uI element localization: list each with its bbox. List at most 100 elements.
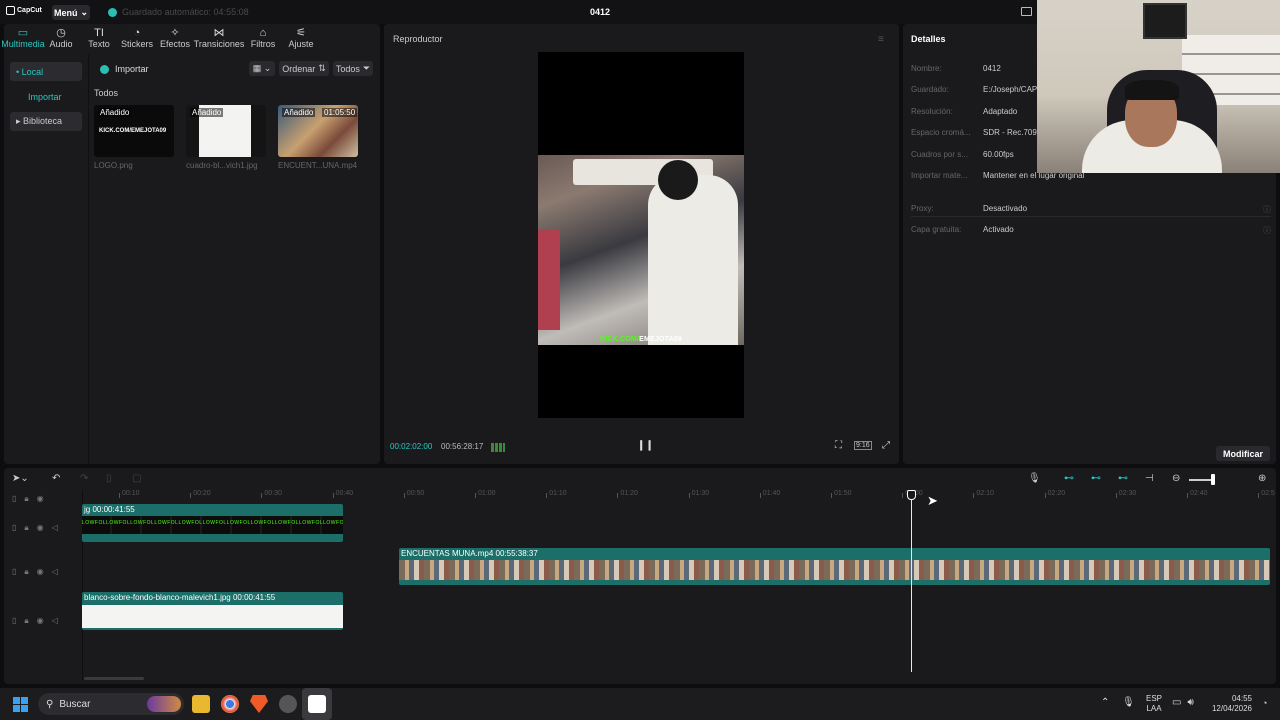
hamburger-icon[interactable]: ≡ — [878, 34, 884, 45]
timeline-scrollbar[interactable] — [84, 677, 144, 680]
aspect-ratio-button[interactable]: 9:16 — [854, 441, 872, 450]
capcut-app-icon[interactable] — [308, 695, 326, 713]
lock-icon[interactable]: 🔒︎ — [24, 567, 28, 577]
clip-label: ENCUENTAS MUNA.mp4 00:55:38:37 — [401, 549, 538, 558]
view-toggle-button[interactable]: ▦ ⌄ — [249, 61, 275, 76]
windows-start-icon[interactable] — [13, 697, 28, 712]
taskbar: ⚲ Buscar ⌃ 🎙 ESP LAA ▭ 🔊︎ 04:55 12/04/2026 ◔ — [0, 688, 1280, 720]
video-canvas[interactable]: KICK.COM/EMEJOTA09 — [538, 52, 744, 418]
eye-icon[interactable]: ◉ — [37, 567, 44, 577]
fullscreen-icon[interactable]: ⤢ — [882, 440, 890, 451]
ruler-tick: 02:30 — [1115, 490, 1137, 498]
tray-chevron-icon[interactable]: ⌃ — [1101, 697, 1109, 708]
audio-levels-icon — [491, 443, 505, 452]
modify-button[interactable]: Modificar — [1216, 446, 1270, 461]
track-icon[interactable]: ▯ — [12, 616, 16, 626]
timeline-clip-video[interactable]: ENCUENTAS MUNA.mp4 00:55:38:37 — [399, 548, 1270, 585]
ruler-tick: 01:00 — [475, 490, 496, 498]
clip-filmstrip — [399, 560, 1270, 580]
ruler-tick: 00:50 — [403, 490, 425, 498]
detail-value: 60.00fps — [983, 150, 1014, 159]
detail-label: Proxy: — [911, 204, 934, 213]
eye-icon[interactable]: ◉ — [37, 616, 44, 626]
menu-button[interactable]: Menú ⌄ — [52, 5, 90, 20]
delete-icon[interactable]: ▯ — [106, 473, 112, 484]
track-icon[interactable]: ▯ — [12, 494, 16, 504]
tab-multimedia[interactable]: ▭ Multimedia — [1, 24, 45, 52]
select-tool-icon[interactable]: ➤⌄ — [12, 473, 29, 484]
tab-effects[interactable]: ✧ Efectos — [156, 24, 194, 52]
redo-icon[interactable]: ↷ — [80, 473, 88, 484]
playhead[interactable] — [911, 490, 912, 672]
undo-icon[interactable]: ↶ — [52, 473, 60, 484]
app-icon[interactable] — [279, 695, 297, 713]
zoom-out-icon[interactable]: ⊖ — [1172, 473, 1180, 484]
tab-transitions[interactable]: ⋈ Transiciones — [194, 24, 245, 52]
microphone-tray-icon[interactable]: 🎙 — [1122, 697, 1135, 708]
chrome-icon[interactable] — [221, 695, 239, 713]
detail-value: 0412 — [983, 64, 1001, 73]
tab-filters[interactable]: ⌂ Filtros — [244, 24, 282, 52]
search-icon: ⚲ — [46, 698, 54, 710]
timeline-clip-image[interactable]: blanco-sobre-fondo-blanco-malevich1.jpg … — [82, 592, 343, 630]
sidebar-item-import[interactable]: Importar — [10, 87, 82, 106]
volume-icon[interactable]: 🔊︎ — [1187, 697, 1193, 708]
pause-button[interactable]: ❙❙ — [637, 440, 654, 451]
clip-filmstrip — [82, 605, 343, 628]
track-icon[interactable]: ▯ — [12, 523, 16, 533]
grid-icon: ▦ ⌄ — [252, 63, 272, 73]
filter-button[interactable]: Todos ⏷ — [333, 61, 373, 76]
microphone-icon[interactable]: 🎙 — [1028, 473, 1041, 484]
audio-icon[interactable]: ◁ — [52, 567, 58, 577]
audio-icon[interactable]: ◁ — [52, 523, 58, 533]
tab-text[interactable]: TI Texto — [80, 24, 118, 52]
layout-icon[interactable] — [1021, 7, 1032, 16]
system-clock[interactable]: 04:55 12/04/2026 — [1206, 694, 1252, 714]
track-icon[interactable]: ▯ — [12, 567, 16, 577]
import-button[interactable]: Importar — [100, 64, 149, 74]
zoom-slider-handle[interactable] — [1211, 474, 1215, 485]
network-icon[interactable]: ▭ — [1172, 697, 1181, 708]
sort-button[interactable]: Ordenar ⇅ — [279, 61, 329, 76]
clip-filmstrip-text: LOWFOLLOWFOLLOWFOLLOWFOLLOWFOLLOWFOLLOWF… — [82, 520, 343, 526]
autosave-status: Guardado automático: 04:55:08 — [108, 7, 249, 17]
taskbar-search[interactable]: ⚲ Buscar — [38, 693, 184, 715]
tab-audio[interactable]: ◷ Audio — [42, 24, 80, 52]
timeline-clip-logo[interactable]: jg 00:00:41:55 LOWFOLLOWFOLLOWFOLLOWFOLL… — [82, 504, 343, 542]
file-explorer-icon[interactable] — [192, 695, 210, 713]
eye-icon[interactable]: ◉ — [37, 494, 44, 504]
crop-icon[interactable]: ⛶ — [835, 440, 842, 451]
brave-icon[interactable] — [250, 695, 268, 713]
zoom-in-icon[interactable]: ⊕ — [1258, 473, 1266, 484]
autosave-text: Guardado automático: 04:55:08 — [122, 7, 249, 17]
media-item[interactable]: Añadido KICK.COM/EMEJOTA09 LOGO.png — [94, 105, 174, 170]
timeline-ruler[interactable]: 00:10 00:20 00:30 00:40 00:50 01:00 01:10 01:20… — [82, 490, 1276, 502]
language-indicator[interactable]: ESP LAA — [1146, 694, 1162, 714]
media-icon: ▭ — [17, 27, 29, 39]
playhead-handle[interactable] — [907, 490, 916, 500]
audio-icon[interactable]: ◁ — [52, 616, 58, 626]
tab-adjust[interactable]: ⚟ Ajuste — [282, 24, 320, 52]
details-title: Detalles — [911, 34, 946, 44]
detail-label: Importar mate... — [911, 171, 968, 180]
lock-icon[interactable]: 🔒︎ — [24, 616, 28, 626]
magnet-icon[interactable]: ⊷ — [1091, 473, 1101, 484]
lock-icon[interactable]: 🔒︎ — [24, 494, 28, 504]
preview-axis-icon[interactable]: ⊣ — [1145, 473, 1154, 484]
pause-icon: ❙❙ — [637, 440, 654, 451]
tab-stickers[interactable]: ◔ Stickers — [118, 24, 156, 52]
info-icon[interactable]: ⓘ — [1263, 225, 1271, 236]
media-item[interactable]: Añadido 01:05:50 ENCUENT...UNA.mp4 — [278, 105, 358, 170]
search-placeholder: Buscar — [59, 698, 91, 710]
lock-icon[interactable]: 🔒︎ — [24, 523, 28, 533]
webcam-picture-frame — [1143, 3, 1187, 39]
link-main-icon[interactable]: ⊷ — [1064, 473, 1074, 484]
notification-icon[interactable]: ◔ — [1262, 698, 1267, 708]
media-item[interactable]: Añadido cuadro-bl...vich1.jpg — [186, 105, 266, 170]
link-icon[interactable]: ⊷ — [1118, 473, 1128, 484]
sidebar-item-library[interactable]: ▸ Biblioteca — [10, 112, 82, 131]
info-icon[interactable]: ⓘ — [1263, 204, 1271, 215]
eye-icon[interactable]: ◉ — [37, 523, 44, 533]
sidebar-item-local[interactable]: • Local — [10, 62, 82, 81]
crop-icon[interactable]: ▢ — [132, 473, 141, 484]
